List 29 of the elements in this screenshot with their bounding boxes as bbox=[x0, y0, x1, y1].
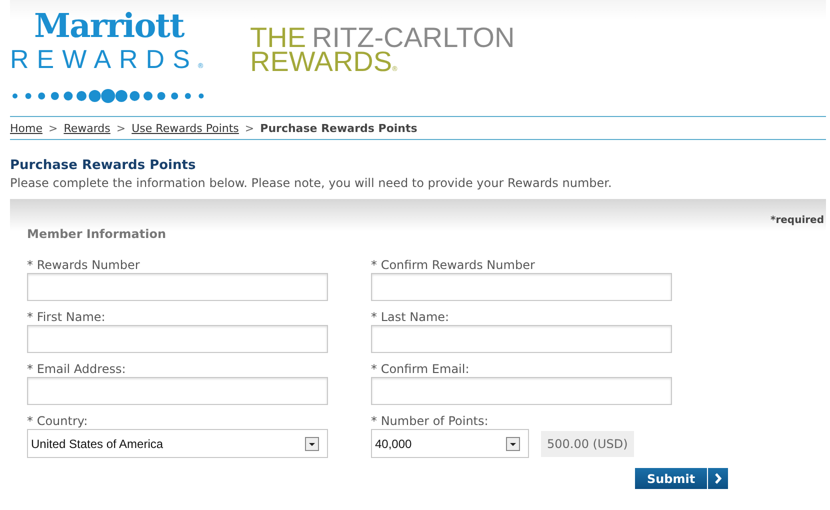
breadcrumb-link[interactable]: Use Rewards Points bbox=[132, 122, 239, 134]
field-label: * Email Address: bbox=[27, 361, 127, 377]
input-field[interactable] bbox=[371, 377, 672, 405]
field-label: * First Name: bbox=[27, 309, 106, 325]
input-field[interactable] bbox=[27, 377, 328, 405]
breadcrumb-separator: > bbox=[48, 122, 58, 134]
input-field[interactable] bbox=[371, 325, 672, 353]
input-field[interactable] bbox=[27, 325, 328, 353]
field-label: * Last Name: bbox=[371, 309, 450, 325]
breadcrumb-link[interactable]: Rewards bbox=[64, 122, 110, 134]
input-field[interactable] bbox=[371, 273, 672, 301]
submit-button[interactable]: Submit bbox=[635, 468, 728, 489]
field-label: * Rewards Number bbox=[27, 257, 141, 273]
price-text: 500.00 (USD) bbox=[541, 430, 634, 456]
breadcrumb-separator: > bbox=[116, 122, 126, 134]
field-label: * Number of Points: bbox=[371, 413, 490, 429]
field-label: * Country: bbox=[27, 413, 89, 429]
input-field[interactable] bbox=[27, 273, 328, 301]
dropdown[interactable]: United States of America bbox=[27, 429, 328, 458]
breadcrumb-separator: > bbox=[244, 122, 254, 134]
breadcrumb-link[interactable]: Home bbox=[10, 122, 42, 134]
required-note: *required bbox=[769, 215, 825, 226]
section-title: Member Information bbox=[27, 227, 168, 241]
field-label: * Confirm Email: bbox=[371, 361, 470, 377]
page-title: Purchase Rewards Points bbox=[10, 158, 197, 173]
field-label: * Confirm Rewards Number bbox=[371, 257, 536, 273]
breadcrumb-current-page: Purchase Rewards Points bbox=[260, 122, 418, 134]
intro-text: Please complete the information below. Please note, you will need to provide your Rewards number. bbox=[10, 176, 613, 190]
dropdown[interactable]: 40,000 bbox=[371, 429, 529, 458]
